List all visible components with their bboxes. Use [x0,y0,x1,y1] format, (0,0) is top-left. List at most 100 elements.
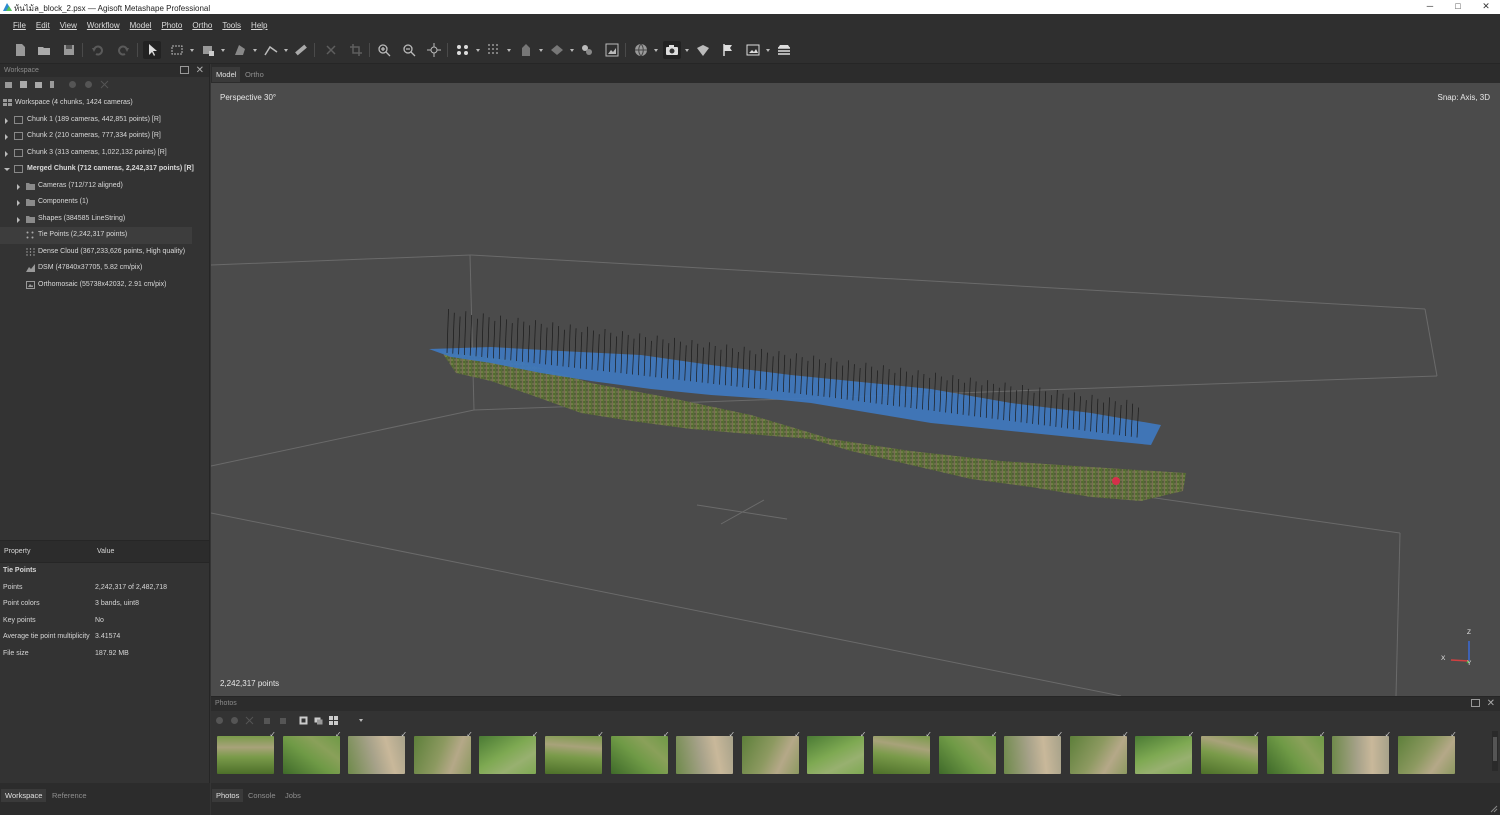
tab-reference[interactable]: Reference [48,789,91,802]
photo-thumbnail[interactable]: ✓ [938,730,998,778]
photo-thumbnail[interactable]: ✓ [348,730,407,778]
photo-thumbnail[interactable]: ✓ [1397,730,1457,778]
disable-photo-icon[interactable] [230,716,239,725]
layers-icon[interactable] [775,41,793,59]
chevron-down-icon[interactable] [539,49,543,52]
float-panel-icon[interactable] [1471,699,1480,707]
chevron-down-icon[interactable] [190,49,194,52]
tree-item-shapes[interactable]: Shapes (384585 LineString) [0,211,209,228]
chevron-down-icon[interactable] [766,49,770,52]
tiled-model-icon[interactable] [548,41,566,59]
ruler-icon[interactable] [292,41,310,59]
tab-console[interactable]: Console [244,789,280,802]
add-chunk-icon[interactable] [4,80,13,89]
filter-mask-icon[interactable] [299,716,308,725]
chevron-down-icon[interactable] [507,49,511,52]
tree-item-chunk-3[interactable]: Chunk 3 (313 cameras, 1,022,132 points) … [0,145,209,162]
tree-item-components[interactable]: Components (1) [0,194,209,211]
tab-model[interactable]: Model [212,67,241,82]
model-scene[interactable] [211,83,1500,696]
rotate-left-icon[interactable] [263,716,272,725]
chevron-down-icon[interactable] [253,49,257,52]
tree-item-dense-cloud[interactable]: Dense Cloud (367,233,626 points, High qu… [0,244,209,261]
enable-icon[interactable] [68,80,77,89]
tab-photos[interactable]: Photos [212,789,244,802]
resize-grip-icon[interactable] [1490,805,1498,813]
photo-thumbnail[interactable]: ✓ [1201,730,1260,778]
model-viewport[interactable]: Perspective 30° Snap: Axis, 3D 2,242,317… [211,83,1500,696]
maximize-button[interactable]: □ [1444,0,1472,14]
show-images-icon[interactable] [603,41,621,59]
menu-model[interactable]: Model [130,21,152,30]
zoom-out-icon[interactable] [400,41,418,59]
close-button[interactable]: ✕ [1472,0,1500,14]
add-folder-icon[interactable] [34,80,43,89]
ruler-polyline-icon[interactable] [262,41,280,59]
chevron-down-icon[interactable] [570,49,574,52]
remove-photo-icon[interactable] [245,716,254,725]
expand-arrow-icon[interactable] [5,134,8,140]
mesh-model-icon[interactable] [517,41,535,59]
tree-item-chunk-2[interactable]: Chunk 2 (210 cameras, 777,334 points) [R… [0,128,209,145]
expand-arrow-icon[interactable] [17,216,20,223]
tree-item-workspace[interactable]: Workspace (4 chunks, 1424 cameras) [0,95,209,112]
view-photo-icon[interactable] [314,716,323,725]
tab-jobs[interactable]: Jobs [281,789,305,802]
photos-scrollbar[interactable] [1492,731,1498,771]
chevron-down-icon[interactable] [654,49,658,52]
undo-icon[interactable] [89,41,107,59]
photo-thumbnail[interactable]: ✓ [217,730,276,778]
chevron-down-icon[interactable] [221,49,225,52]
camera-icon[interactable] [663,41,681,59]
close-icon[interactable]: ✕ [196,64,204,77]
new-project-icon[interactable] [11,41,29,59]
photo-thumbnail[interactable]: ✓ [741,730,801,778]
menu-view[interactable]: View [60,21,77,30]
tree-item-orthomosaic[interactable]: Orthomosaic (55738x42032, 2.91 cm/pix) [0,277,209,294]
expand-arrow-icon[interactable] [17,200,20,206]
menu-file[interactable]: File [13,21,26,30]
expand-arrow-icon[interactable] [5,117,8,124]
tab-workspace[interactable]: Workspace [1,789,47,802]
photo-thumbnail[interactable]: ✓ [610,730,670,778]
photo-thumbnail[interactable]: ✓ [479,730,538,778]
tree-item-cameras[interactable]: Cameras (712/712 aligned) [0,178,209,195]
tree-item-chunk-1[interactable]: Chunk 1 (189 cameras, 442,851 points) [R… [0,112,209,129]
minimize-button[interactable]: ─ [1416,0,1444,14]
photo-thumbnail[interactable]: ✓ [1332,730,1391,778]
draw-shape-icon[interactable] [199,41,217,59]
flag-icon[interactable] [719,41,737,59]
tree-item-dsm[interactable]: DSM (47840x37705, 5.82 cm/pix) [0,260,209,277]
chevron-down-icon[interactable] [476,49,480,52]
thumbnail-view-icon[interactable] [329,716,338,725]
photo-thumbnail[interactable]: ✓ [1069,730,1129,778]
zoom-in-icon[interactable] [375,41,393,59]
chevron-down-icon[interactable] [284,49,288,52]
collapse-arrow-icon[interactable] [4,168,10,171]
open-project-icon[interactable] [35,41,53,59]
polygon-tool-icon[interactable] [231,41,249,59]
menu-help[interactable]: Help [251,21,267,30]
image-overlay-icon[interactable] [744,41,762,59]
value-column-header[interactable]: Value [97,548,114,555]
rectangle-selection-icon[interactable] [168,41,186,59]
shapes-icon[interactable] [578,41,596,59]
menu-edit[interactable]: Edit [36,21,50,30]
float-panel-icon[interactable] [180,66,189,74]
photo-thumbnail[interactable]: ✓ [807,730,866,778]
scrollbar-thumb[interactable] [1493,737,1497,761]
delete-selection-icon[interactable] [322,41,340,59]
crop-icon[interactable] [347,41,365,59]
chevron-down-icon[interactable] [685,49,689,52]
chevron-down-icon[interactable] [359,719,363,722]
redo-icon[interactable] [114,41,132,59]
photo-thumbnail[interactable]: ✓ [1266,730,1326,778]
dense-cloud-icon[interactable] [485,41,503,59]
photo-thumbnail[interactable]: ✓ [545,730,604,778]
merge-chunks-icon[interactable] [49,80,58,89]
close-icon[interactable]: ✕ [1487,697,1495,711]
tree-item-merged-chunk[interactable]: Merged Chunk (712 cameras, 2,242,317 poi… [0,161,209,178]
add-photos-icon[interactable] [19,80,28,89]
expand-arrow-icon[interactable] [5,150,8,157]
expand-arrow-icon[interactable] [17,183,20,190]
